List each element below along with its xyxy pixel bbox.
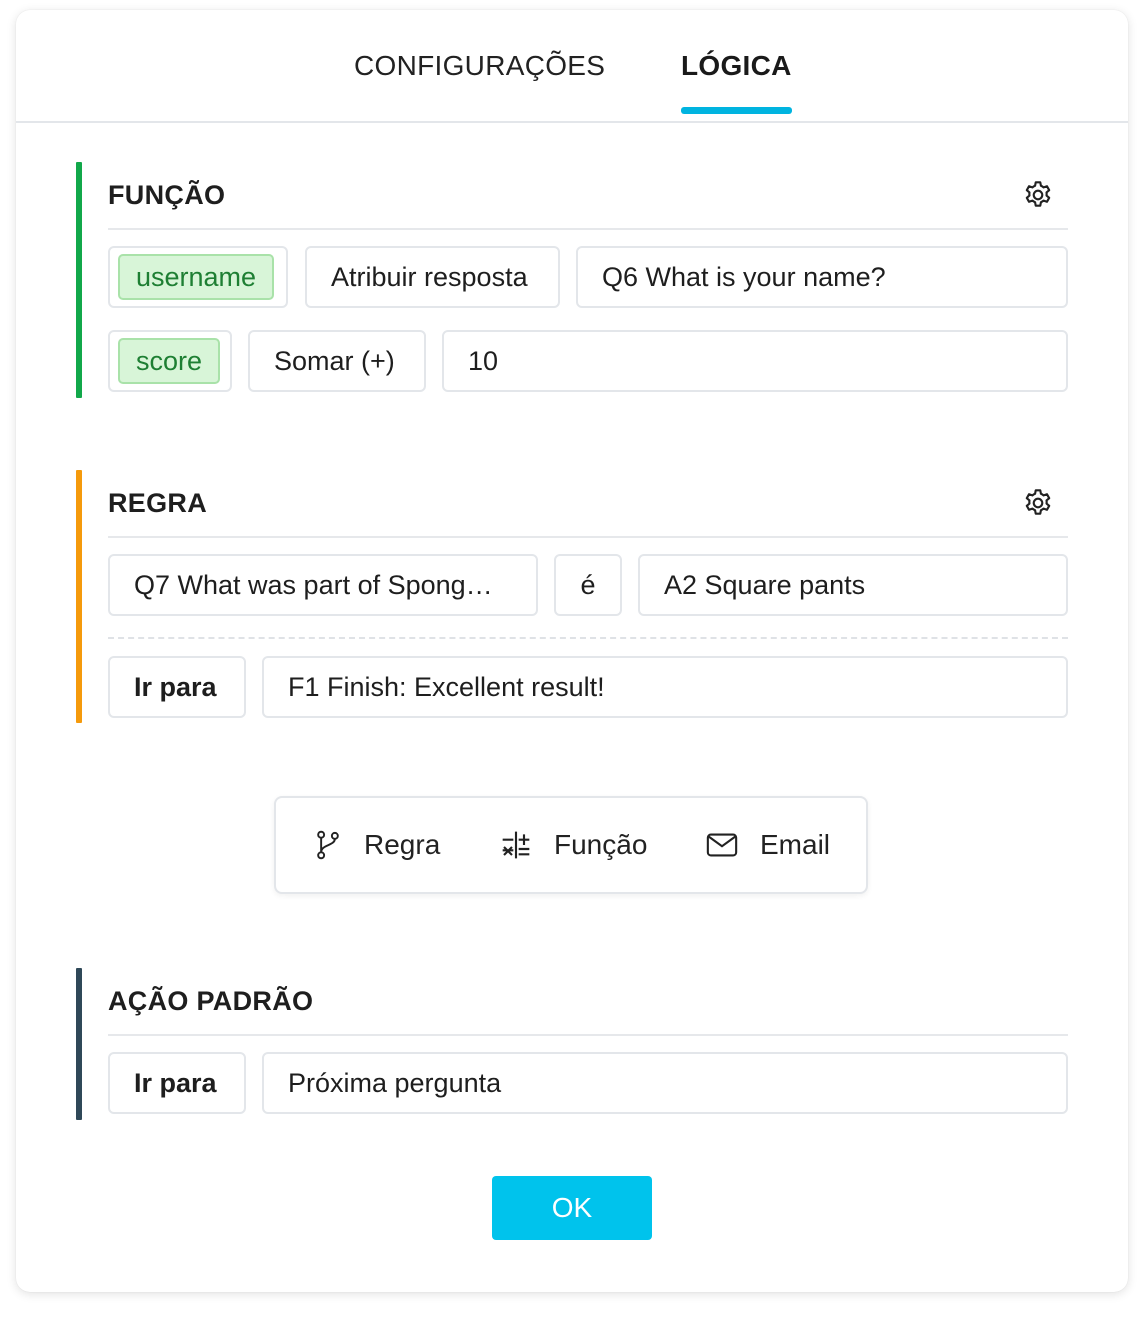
rule-condition-operator[interactable]: é xyxy=(554,554,622,616)
add-email-label: Email xyxy=(760,829,831,860)
rule-divider xyxy=(108,637,1068,639)
function-section-bar xyxy=(76,162,82,398)
rule-section-bar xyxy=(76,470,82,723)
gear-icon[interactable] xyxy=(1022,179,1054,211)
rule-section-title: REGRA xyxy=(108,488,208,518)
add-logic-bar: Regra Função Email xyxy=(274,796,868,894)
function-section-header: FUNÇÃO xyxy=(108,162,1068,230)
function-row-2-value[interactable]: 10 xyxy=(442,330,1068,392)
rule-section: REGRA Q7 What was part of Spong… é A2 Sq… xyxy=(76,470,1068,723)
ok-button[interactable]: OK xyxy=(492,1176,652,1240)
mail-icon xyxy=(706,833,738,857)
logic-dialog: CONFIGURAÇÕES LÓGICA FUNÇÃO username Atr… xyxy=(16,10,1128,1292)
default-action-section: AÇÃO PADRÃO Ir para Próxima pergunta xyxy=(76,968,1068,1120)
function-section: FUNÇÃO username Atribuir resposta Q6 Wha… xyxy=(76,162,1068,398)
function-section-title: FUNÇÃO xyxy=(108,180,226,210)
add-function-button[interactable]: Função xyxy=(500,798,647,892)
rule-condition-answer[interactable]: A2 Square pants xyxy=(638,554,1068,616)
function-row-1-variable-box[interactable]: username xyxy=(108,246,288,308)
variable-chip-username: username xyxy=(118,254,275,300)
tab-logic[interactable]: LÓGICA xyxy=(681,50,792,114)
default-action-label[interactable]: Ir para xyxy=(108,1052,246,1114)
function-row-1-value[interactable]: Q6 What is your name? xyxy=(576,246,1068,308)
default-section-header: AÇÃO PADRÃO xyxy=(108,968,1068,1036)
add-rule-label: Regra xyxy=(364,829,441,860)
rule-action-target[interactable]: F1 Finish: Excellent result! xyxy=(262,656,1068,718)
add-function-label: Função xyxy=(554,829,648,860)
branch-icon xyxy=(317,830,339,860)
function-row-1-operation[interactable]: Atribuir resposta xyxy=(305,246,560,308)
default-section-title: AÇÃO PADRÃO xyxy=(108,986,314,1016)
gear-icon[interactable] xyxy=(1022,487,1054,519)
default-section-bar xyxy=(76,968,82,1120)
add-rule-button[interactable]: Regra xyxy=(314,798,440,892)
default-action-target[interactable]: Próxima pergunta xyxy=(262,1052,1068,1114)
function-row-2-variable-box[interactable]: score xyxy=(108,330,232,392)
variable-chip-score: score xyxy=(118,338,221,384)
function-row-2-operation[interactable]: Somar (+) xyxy=(248,330,426,392)
tab-bar: CONFIGURAÇÕES LÓGICA xyxy=(16,10,1128,123)
rule-section-header: REGRA xyxy=(108,470,1068,538)
add-email-button[interactable]: Email xyxy=(706,798,830,892)
rule-action-label[interactable]: Ir para xyxy=(108,656,246,718)
tab-settings[interactable]: CONFIGURAÇÕES xyxy=(354,50,605,82)
calculator-icon xyxy=(502,831,530,859)
rule-condition-question[interactable]: Q7 What was part of Spong… xyxy=(108,554,538,616)
